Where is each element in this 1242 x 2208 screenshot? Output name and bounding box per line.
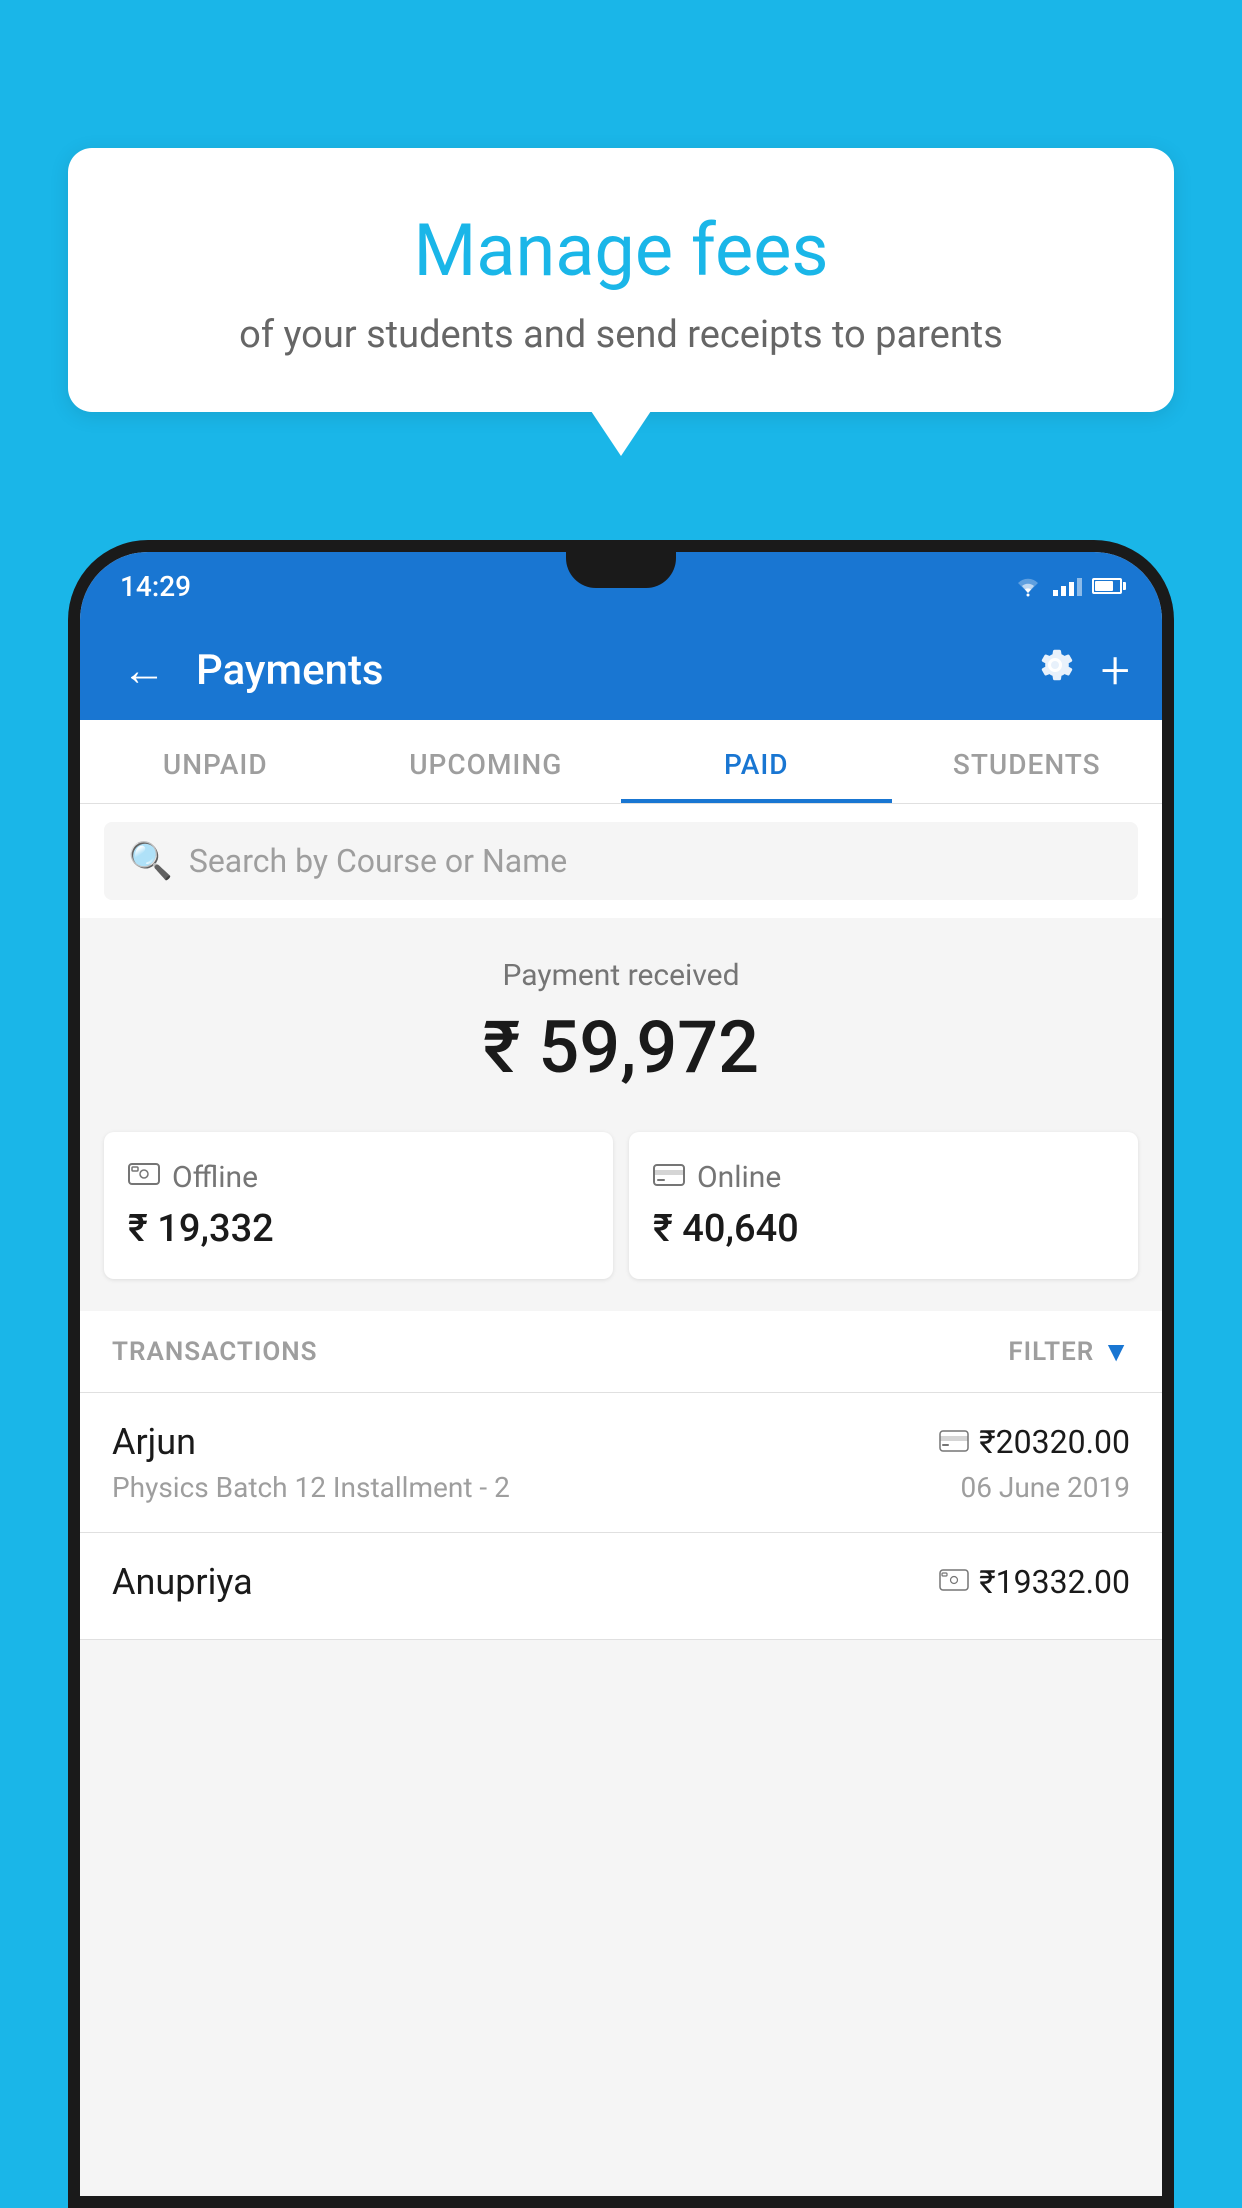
app-bar: ← Payments + [80, 620, 1162, 720]
transaction-bottom: Physics Batch 12 Installment - 2 06 June… [112, 1471, 1130, 1504]
online-label: Online [697, 1160, 781, 1195]
online-payment-icon [653, 1160, 685, 1195]
signal-icon [1053, 576, 1082, 596]
transaction-row[interactable]: Arjun ₹20320.00 Physics Batch 12 Install… [80, 1393, 1162, 1533]
filter-label: FILTER [1008, 1337, 1094, 1367]
transaction-top: Arjun ₹20320.00 [112, 1421, 1130, 1463]
transaction-row[interactable]: Anupriya ₹19332.00 [80, 1533, 1162, 1640]
app-title: Payments [196, 646, 1013, 695]
transaction-course: Physics Batch 12 Installment - 2 [112, 1471, 510, 1504]
offline-card-header: Offline [128, 1160, 589, 1195]
bubble-subtitle: of your students and send receipts to pa… [118, 313, 1124, 357]
search-container: 🔍 Search by Course or Name [80, 804, 1162, 918]
offline-label: Offline [172, 1160, 258, 1195]
online-payment-card: Online ₹ 40,640 [629, 1132, 1138, 1279]
phone-frame: 14:29 [68, 540, 1174, 2208]
status-time: 14:29 [120, 570, 191, 603]
payment-received-label: Payment received [104, 958, 1138, 993]
transactions-header: TRANSACTIONS FILTER ▼ [80, 1311, 1162, 1393]
tab-paid[interactable]: PAID [621, 720, 892, 803]
transaction-amount: ₹20320.00 [979, 1423, 1130, 1461]
phone-screen: 14:29 [80, 552, 1162, 2196]
back-button[interactable]: ← [112, 634, 176, 706]
wifi-icon [1013, 575, 1043, 597]
transaction-top: Anupriya ₹19332.00 [112, 1561, 1130, 1603]
transaction-date: 06 June 2019 [960, 1471, 1130, 1504]
search-placeholder: Search by Course or Name [189, 842, 567, 880]
online-card-header: Online [653, 1160, 1114, 1195]
search-icon: 🔍 [128, 840, 173, 882]
payment-cards: Offline ₹ 19,332 Online ₹ 4 [80, 1120, 1162, 1311]
speech-bubble-container: Manage fees of your students and send re… [68, 148, 1174, 412]
tab-students[interactable]: STUDENTS [892, 720, 1163, 803]
tabs-bar: UNPAID UPCOMING PAID STUDENTS [80, 720, 1162, 804]
transaction-amount: ₹19332.00 [979, 1563, 1130, 1601]
app-bar-actions: + [1033, 640, 1130, 701]
filter-icon: ▼ [1102, 1335, 1130, 1368]
online-amount: ₹ 40,640 [653, 1207, 1114, 1251]
offline-payment-icon [128, 1160, 160, 1195]
tab-upcoming[interactable]: UPCOMING [351, 720, 622, 803]
card-payment-icon [939, 1426, 969, 1459]
status-bar: 14:29 [80, 552, 1162, 620]
battery-icon [1092, 578, 1122, 594]
payment-summary: Payment received ₹ 59,972 [80, 918, 1162, 1120]
notch [566, 552, 676, 588]
offline-amount: ₹ 19,332 [128, 1207, 589, 1251]
cash-payment-icon [939, 1566, 969, 1599]
transaction-name: Arjun [112, 1421, 196, 1463]
offline-payment-card: Offline ₹ 19,332 [104, 1132, 613, 1279]
settings-button[interactable] [1033, 643, 1077, 697]
transaction-name: Anupriya [112, 1561, 253, 1603]
payment-total-amount: ₹ 59,972 [104, 1005, 1138, 1090]
transaction-amount-wrapper: ₹19332.00 [939, 1563, 1130, 1601]
transaction-amount-wrapper: ₹20320.00 [939, 1423, 1130, 1461]
search-input-wrapper[interactable]: 🔍 Search by Course or Name [104, 822, 1138, 900]
filter-button[interactable]: FILTER ▼ [1008, 1335, 1130, 1368]
speech-bubble: Manage fees of your students and send re… [68, 148, 1174, 412]
add-button[interactable]: + [1101, 640, 1130, 701]
tab-unpaid[interactable]: UNPAID [80, 720, 351, 803]
bubble-title: Manage fees [118, 208, 1124, 293]
status-icons [1013, 575, 1122, 597]
transactions-label: TRANSACTIONS [112, 1337, 318, 1367]
